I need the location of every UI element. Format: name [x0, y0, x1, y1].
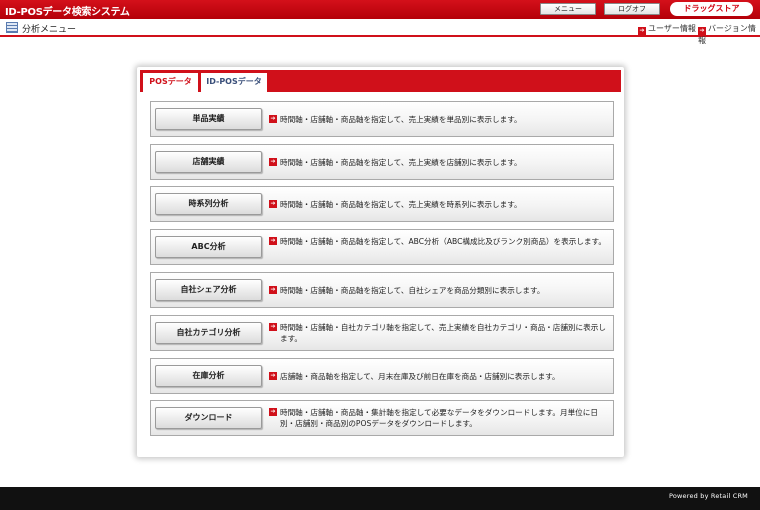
list-icon	[6, 22, 18, 33]
menu-row-time-series: 時系列分析 ➔ 時間軸・店舗軸・商品軸を指定して、売上実績を時系列に表示します。	[150, 186, 614, 222]
arrow-right-icon: ➔	[698, 27, 706, 35]
menu-row-download: ダウンロード ➔ 時間軸・店舗軸・商品軸・集計軸を指定して必要なデータをダウンロー…	[150, 400, 614, 436]
store-badge: ドラッグストア	[670, 2, 753, 16]
page-title: 分析メニュー	[22, 25, 77, 35]
abc-analysis-button[interactable]: ABC分析	[155, 236, 262, 258]
item-sales-button[interactable]: 単品実績	[155, 108, 262, 130]
menu-row-abc-analysis: ABC分析 ➔ 時間軸・店舗軸・商品軸を指定して、ABC分析（ABC構成比及びラン…	[150, 229, 614, 265]
menu-row-category-analysis: 自社カテゴリ分析 ➔ 時間軸・店舗軸・自社カテゴリ軸を指定して、売上実績を自社カテ…	[150, 315, 614, 351]
menu-row-store-sales: 店舗実績 ➔ 時間軸・店舗軸・商品軸を指定して、売上実績を店舗別に表示します。	[150, 144, 614, 180]
menu-row-inventory-analysis: 在庫分析 ➔ 店舗軸・商品軸を指定して、月末在庫及び前日在庫を商品・店舗別に表示し…	[150, 358, 614, 394]
logout-button[interactable]: ログオフ	[604, 3, 660, 15]
download-button[interactable]: ダウンロード	[155, 407, 262, 429]
version-info-link[interactable]: ➔ バージョン情報	[698, 23, 760, 46]
row-description: ➔ 店舗軸・商品軸を指定して、月末在庫及び前日在庫を商品・店舗別に表示します。	[269, 372, 560, 381]
row-description: ➔ 時間軸・店舗軸・商品軸を指定して、自社シェアを商品分類別に表示します。	[269, 286, 545, 295]
top-bar: ID-POSデータ検索システム メニュー ログオフ ドラッグストア	[0, 0, 760, 19]
store-sales-button[interactable]: 店舗実績	[155, 151, 262, 173]
row-description: ➔ 時間軸・店舗軸・商品軸・集計軸を指定して必要なデータをダウンロードします。月単…	[269, 408, 598, 428]
arrow-right-icon: ➔	[638, 27, 646, 35]
footer: Powered by Retail CRM	[0, 487, 760, 510]
arrow-right-icon: ➔	[269, 237, 277, 245]
arrow-right-icon: ➔	[269, 372, 277, 380]
row-description: ➔ 時間軸・店舗軸・自社カテゴリ軸を指定して、売上実績を自社カテゴリ・商品・店舗別…	[269, 323, 606, 343]
arrow-right-icon: ➔	[269, 200, 277, 208]
version-info-label: バージョン情報	[698, 24, 756, 45]
tab-pos-data[interactable]: POSデータ	[143, 73, 198, 92]
category-analysis-button[interactable]: 自社カテゴリ分析	[155, 322, 262, 344]
share-analysis-button[interactable]: 自社シェア分析	[155, 279, 262, 301]
analysis-menu-panel: POSデータ ID-POSデータ 単品実績 ➔ 時間軸・店舗軸・商品軸を指定して、…	[137, 67, 624, 457]
sub-header: 分析メニュー ➔ ユーザー情報 ➔ バージョン情報	[0, 19, 760, 45]
row-description: ➔ 時間軸・店舗軸・商品軸を指定して、売上実績を店舗別に表示します。	[269, 158, 522, 167]
menu-row-item-sales: 単品実績 ➔ 時間軸・店舗軸・商品軸を指定して、売上実績を単品別に表示します。	[150, 101, 614, 137]
arrow-right-icon: ➔	[269, 408, 277, 416]
arrow-right-icon: ➔	[269, 286, 277, 294]
arrow-right-icon: ➔	[269, 115, 277, 123]
time-series-button[interactable]: 時系列分析	[155, 193, 262, 215]
arrow-right-icon: ➔	[269, 158, 277, 166]
tab-strip: POSデータ ID-POSデータ	[140, 70, 621, 92]
row-description: ➔ 時間軸・店舗軸・商品軸を指定して、売上実績を時系列に表示します。	[269, 200, 522, 209]
user-info-label: ユーザー情報	[648, 24, 696, 33]
menu-button[interactable]: メニュー	[540, 3, 596, 15]
powered-by-text: Powered by Retail CRM	[668, 492, 748, 500]
app-title: ID-POSデータ検索システム	[5, 7, 130, 18]
arrow-right-icon: ➔	[269, 323, 277, 331]
row-description: ➔ 時間軸・店舗軸・商品軸を指定して、ABC分析（ABC構成比及びランク別商品）を…	[269, 237, 606, 246]
tab-id-pos-data[interactable]: ID-POSデータ	[201, 73, 267, 92]
menu-row-share-analysis: 自社シェア分析 ➔ 時間軸・店舗軸・商品軸を指定して、自社シェアを商品分類別に表示…	[150, 272, 614, 308]
inventory-analysis-button[interactable]: 在庫分析	[155, 365, 262, 387]
row-description: ➔ 時間軸・店舗軸・商品軸を指定して、売上実績を単品別に表示します。	[269, 115, 522, 124]
user-info-link[interactable]: ➔ ユーザー情報	[638, 23, 696, 35]
